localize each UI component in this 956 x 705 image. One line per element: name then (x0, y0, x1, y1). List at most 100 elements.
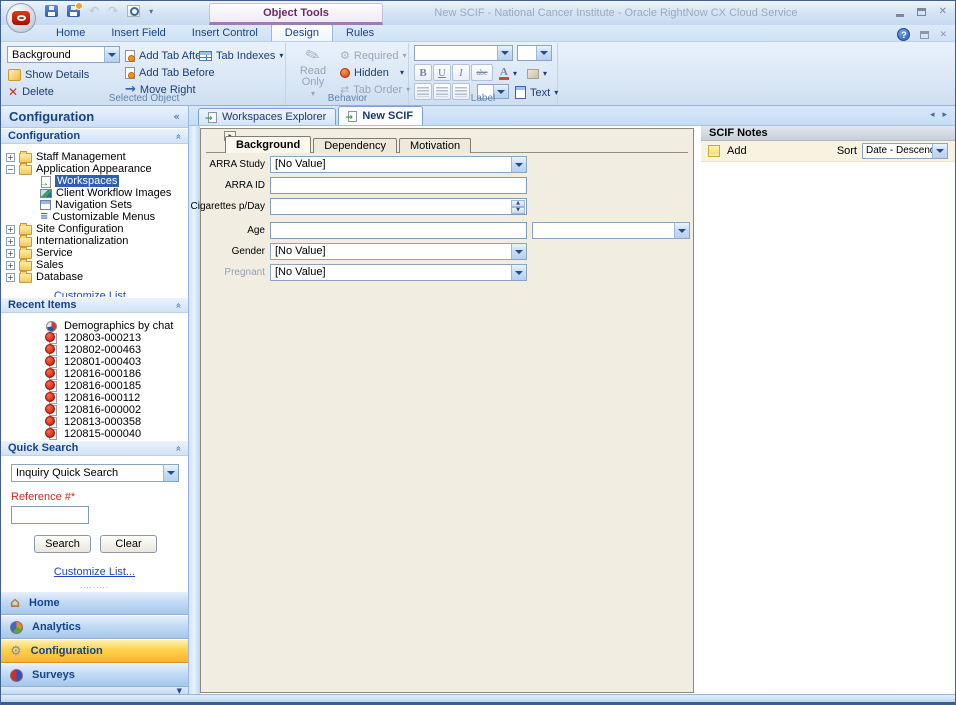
redo-icon[interactable]: ↷ (108, 5, 118, 17)
reference-number-input[interactable] (11, 506, 89, 524)
workspace-page-icon (348, 111, 357, 122)
nav-button-analytics[interactable]: Analytics (1, 615, 188, 639)
collapse-icon[interactable]: − (6, 165, 15, 174)
recent-item[interactable]: 120816-000112 (1, 392, 188, 404)
restore-button[interactable] (917, 8, 926, 16)
ribbon-tab-home[interactable]: Home (43, 24, 98, 41)
section-header-recent-items[interactable]: Recent Items « (1, 297, 188, 313)
navigation-pane: Configuration « Configuration « + Staff … (1, 106, 189, 694)
recent-item[interactable]: 120813-000358 (1, 416, 188, 428)
tree-item-database[interactable]: + Database (1, 271, 188, 283)
tree-item-label: Client Workflow Images (56, 187, 171, 199)
search-button[interactable]: Search (34, 535, 91, 553)
ribbon-tab-insert-control[interactable]: Insert Control (179, 24, 271, 41)
fill-color-button[interactable]: ▾ (527, 66, 547, 81)
arra-study-combo[interactable]: [No Value] (270, 156, 527, 173)
italic-button[interactable]: I (452, 64, 470, 81)
expand-icon[interactable]: + (6, 273, 15, 282)
recent-item[interactable]: 120816-000186 (1, 368, 188, 380)
expand-icon[interactable]: + (6, 261, 15, 270)
field-label: Gender (175, 246, 265, 257)
group-label-selected-object: Selected Object (3, 93, 285, 104)
preview-icon[interactable] (127, 5, 140, 17)
undo-icon[interactable]: ↶ (89, 5, 99, 17)
tree-item-client-workflow-images[interactable]: Client Workflow Images (1, 187, 188, 199)
recent-item[interactable]: 120803-000213 (1, 332, 188, 344)
design-tab-motivation[interactable]: Motivation (399, 138, 471, 153)
age-secondary-combo[interactable] (532, 222, 690, 239)
tree-item-internationalization[interactable]: + Internationalization (1, 235, 188, 247)
ribbon-tab-design[interactable]: Design (271, 24, 333, 41)
ribbon-group-behavior: ✎ Read Only ▾ ⚙ Required ▾ Hidden ▾ ⇄ Ta… (287, 43, 409, 105)
tree-item-workspaces[interactable]: Workspaces (1, 175, 188, 187)
expand-icon[interactable]: + (6, 249, 15, 258)
ribbon-tab-rules[interactable]: Rules (333, 24, 387, 41)
tree-item-site-configuration[interactable]: + Site Configuration (1, 223, 188, 235)
customize-list-link[interactable]: Customize List... (11, 566, 178, 578)
nav-button-configuration[interactable]: ⚙ Configuration (1, 639, 188, 663)
expand-icon[interactable]: + (6, 237, 15, 246)
collapse-pane-icon[interactable]: « (173, 110, 180, 123)
design-tab-background[interactable]: Background (225, 136, 311, 153)
help-icon[interactable]: ? (897, 28, 910, 41)
ribbon-tab-insert-field[interactable]: Insert Field (98, 24, 178, 41)
tree-item-staff-management[interactable]: + Staff Management (1, 151, 188, 163)
expand-icon[interactable]: + (6, 225, 15, 234)
qat-dropdown-icon[interactable]: ▾ (149, 7, 153, 16)
arra-id-input[interactable] (270, 177, 527, 194)
recent-item[interactable]: 120816-000185 (1, 380, 188, 392)
nav-button-surveys[interactable]: Surveys (1, 663, 188, 687)
tree-item-navigation-sets[interactable]: Navigation Sets (1, 199, 188, 211)
recent-item[interactable]: 120816-000002 (1, 404, 188, 416)
recent-item[interactable]: 120815-000040 (1, 428, 188, 440)
folder-icon (19, 165, 32, 175)
tab-indexes-button[interactable]: Tab Indexes ▾ (199, 48, 283, 63)
restore-workspace-icon[interactable] (920, 31, 929, 39)
font-size-combo[interactable] (517, 45, 552, 61)
close-workspace-icon[interactable]: ✕ (939, 30, 947, 40)
age-input[interactable] (270, 222, 527, 239)
font-family-combo[interactable] (414, 45, 513, 61)
recent-item[interactable]: 120801-000403 (1, 356, 188, 368)
recent-item[interactable]: Demographics by chat (1, 320, 188, 332)
application-menu-button[interactable] (6, 3, 36, 33)
show-details-button[interactable]: Show Details (8, 67, 89, 82)
add-note-button[interactable]: Add (727, 145, 747, 157)
selected-object-combo[interactable]: Background (7, 46, 120, 63)
doc-tab-new-scif[interactable]: New SCIF (338, 106, 423, 125)
sort-combo[interactable]: Date - Descending (862, 143, 948, 159)
scroll-left-icon[interactable]: ◂ (930, 110, 935, 120)
tree-item-application-appearance[interactable]: − Application Appearance (1, 163, 188, 175)
bold-button[interactable]: B (414, 64, 432, 81)
minimize-button[interactable] (896, 14, 904, 17)
font-color-button[interactable]: A ▾ (499, 66, 517, 81)
save-as-icon[interactable] (67, 5, 80, 17)
spin-up-icon[interactable]: ▲ (511, 200, 525, 207)
underline-button[interactable]: U (433, 64, 451, 81)
gender-combo[interactable]: [No Value] (270, 243, 527, 260)
tree-item-service[interactable]: + Service (1, 247, 188, 259)
recent-item[interactable]: 120802-000463 (1, 344, 188, 356)
save-icon[interactable] (45, 5, 58, 17)
quick-search-type-combo[interactable]: Inquiry Quick Search (11, 464, 179, 482)
doc-tab-workspaces-explorer[interactable]: Workspaces Explorer (198, 108, 336, 125)
clear-button[interactable]: Clear (100, 535, 157, 553)
add-tab-before-button[interactable]: Add Tab Before (125, 65, 215, 80)
close-button[interactable]: ✕ (939, 7, 947, 17)
customize-list-link[interactable]: Customize List... (1, 290, 188, 297)
design-tab-dependency[interactable]: Dependency (313, 138, 397, 153)
scroll-right-icon[interactable]: ▸ (942, 110, 947, 120)
pregnant-combo[interactable]: [No Value] (270, 264, 527, 281)
spin-down-icon[interactable]: ▼ (511, 207, 525, 214)
expand-icon[interactable]: + (6, 153, 15, 162)
nav-button-home[interactable]: ⌂ Home (1, 591, 188, 615)
hidden-button[interactable]: Hidden ▾ (340, 65, 404, 80)
strikethrough-button[interactable]: abc (471, 64, 493, 81)
add-tab-after-button[interactable]: Add Tab After (125, 48, 205, 63)
section-header-quick-search[interactable]: Quick Search « (1, 440, 188, 456)
section-header-configuration[interactable]: Configuration « (1, 128, 188, 144)
cigarettes-spinner[interactable]: ▲ ▼ (270, 198, 527, 215)
tree-item-customizable-menus[interactable]: ≡ Customizable Menus (1, 211, 188, 223)
incident-icon (49, 381, 57, 392)
tree-item-sales[interactable]: + Sales (1, 259, 188, 271)
